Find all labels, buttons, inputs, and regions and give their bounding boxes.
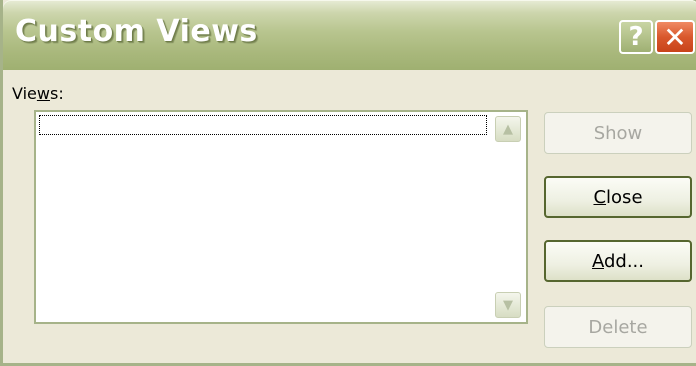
show-button-label: Show bbox=[593, 122, 643, 144]
scroll-up-button[interactable]: ▲ bbox=[495, 116, 521, 142]
chevron-up-icon: ▲ bbox=[503, 121, 513, 137]
chevron-down-icon: ▼ bbox=[503, 297, 513, 313]
help-button[interactable]: ? bbox=[619, 20, 653, 54]
views-label: Views: bbox=[12, 84, 64, 103]
custom-views-dialog: Custom Views ? ✕ Views: ▲ ▼ Show Close A… bbox=[0, 0, 696, 366]
close-icon: ✕ bbox=[663, 20, 687, 54]
show-button[interactable]: Show bbox=[544, 112, 692, 154]
close-button-label: Close bbox=[593, 186, 643, 208]
delete-button-label: Delete bbox=[588, 316, 648, 338]
title-bar[interactable]: Custom Views ? ✕ bbox=[3, 0, 696, 70]
close-button[interactable]: Close bbox=[544, 176, 692, 218]
add-button[interactable]: Add... bbox=[544, 240, 692, 282]
delete-button[interactable]: Delete bbox=[544, 306, 692, 348]
list-focus-row[interactable] bbox=[39, 115, 487, 135]
help-icon: ? bbox=[628, 22, 644, 52]
add-button-label: Add... bbox=[591, 250, 645, 272]
views-listbox[interactable]: ▲ ▼ bbox=[34, 110, 528, 324]
scroll-down-button[interactable]: ▼ bbox=[495, 292, 521, 318]
dialog-body: Views: ▲ ▼ Show Close Add... Delete bbox=[6, 70, 696, 363]
window-close-button[interactable]: ✕ bbox=[655, 20, 695, 54]
dialog-title: Custom Views bbox=[15, 14, 258, 49]
